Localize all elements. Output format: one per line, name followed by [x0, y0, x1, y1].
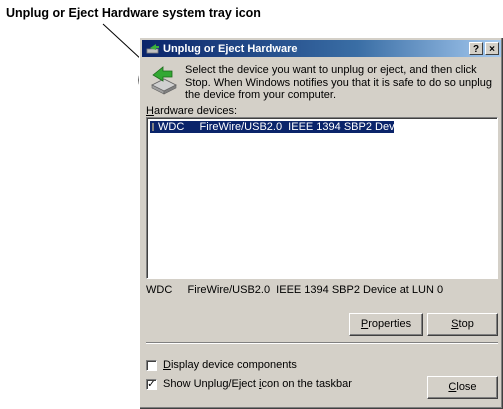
display-device-components-option[interactable]: Display device components [146, 359, 297, 371]
unplug-eject-icon [146, 43, 160, 55]
window-title: Unplug or Eject Hardware [163, 42, 298, 55]
drive-icon [152, 123, 154, 131]
hardware-devices-label: Hardware devices: [146, 105, 238, 117]
hardware-devices-list[interactable]: WDC FireWire/USB2.0 IEEE 1394 SBP2 Devic… [146, 117, 498, 279]
display-components-label: Display device components [163, 359, 297, 371]
device-status-text: WDC FireWire/USB2.0 IEEE 1394 SBP2 Devic… [146, 284, 444, 296]
show-icon-checkbox[interactable]: ✓ [146, 378, 157, 390]
unplug-eject-dialog: Unplug or Eject Hardware ? × Select the … [139, 37, 503, 409]
properties-button[interactable]: Properties [349, 313, 423, 336]
list-item[interactable]: WDC FireWire/USB2.0 IEEE 1394 SBP2 Devic… [150, 121, 409, 133]
show-icon-label: Show Unplug/Eject icon on the taskbar [163, 378, 352, 390]
title-bar[interactable]: Unplug or Eject Hardware ? × [142, 40, 501, 57]
close-icon[interactable]: × [485, 42, 499, 55]
instruction-text: Select the device you want to unplug or … [185, 64, 492, 101]
show-icon-option[interactable]: ✓ Show Unplug/Eject icon on the taskbar [146, 378, 352, 390]
device-name: WDC FireWire/USB2.0 IEEE 1394 SBP2 Devic… [158, 121, 409, 133]
stop-button[interactable]: Stop [427, 313, 498, 336]
help-icon[interactable]: ? [469, 42, 483, 55]
unplug-eject-icon [148, 63, 180, 95]
separator [146, 342, 498, 344]
display-components-checkbox[interactable] [146, 359, 157, 371]
close-button[interactable]: Close [427, 376, 498, 399]
